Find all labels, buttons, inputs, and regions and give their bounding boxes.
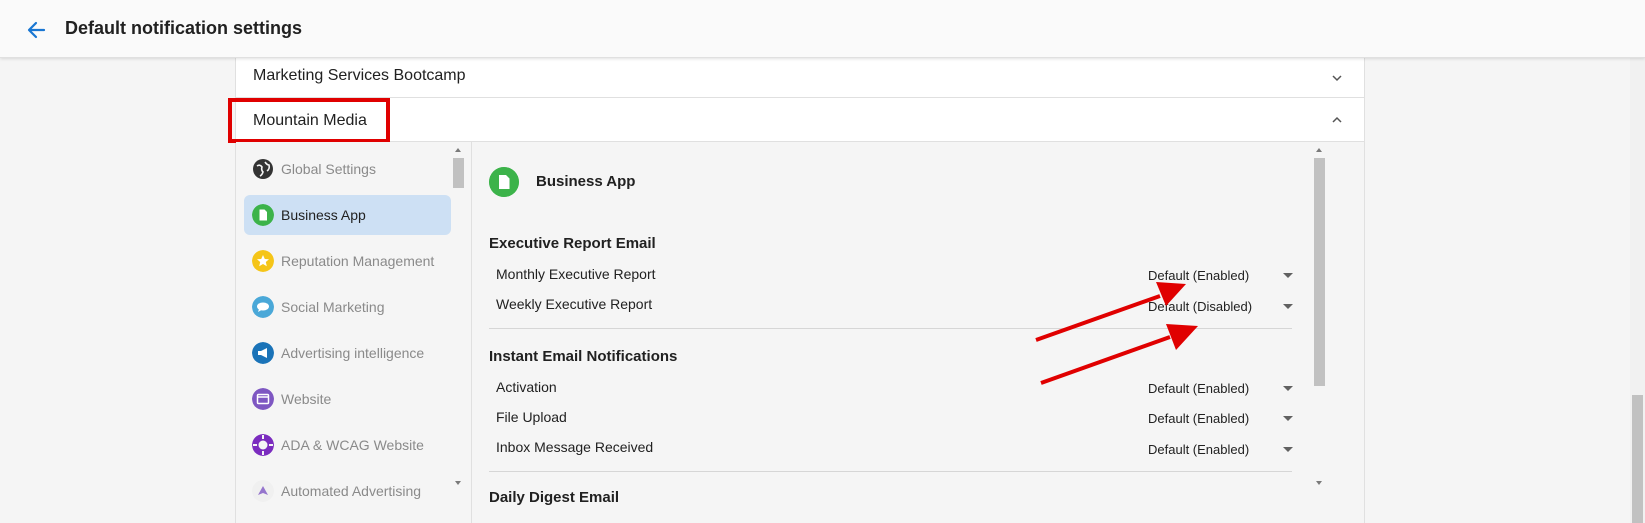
- section-title-executive-report-email: Executive Report Email: [489, 235, 656, 252]
- nav-scrollbar-thumb[interactable]: [453, 158, 464, 188]
- chat-bubble-icon: [252, 296, 274, 318]
- nav-item-social-marketing[interactable]: Social Marketing: [244, 287, 451, 327]
- app-title: Business App: [536, 173, 636, 190]
- accordion-marketing-services-bootcamp[interactable]: Marketing Services Bootcamp: [236, 58, 1364, 98]
- settings-scrollbar[interactable]: [1312, 142, 1326, 523]
- activation-dropdown[interactable]: Default (Enabled): [1148, 379, 1293, 399]
- scroll-up-arrow-icon: [1316, 148, 1322, 152]
- setting-label: Monthly Executive Report: [496, 266, 656, 282]
- caret-down-icon: [1283, 416, 1293, 421]
- nav-item-website[interactable]: Website: [244, 379, 451, 419]
- globe-icon: [253, 159, 273, 179]
- settings-panel: Marketing Services Bootcamp Mountain Med…: [228, 58, 1365, 523]
- section-title-instant-email-notifications: Instant Email Notifications: [489, 348, 678, 365]
- accessibility-icon: [252, 434, 274, 456]
- page-title: Default notification settings: [65, 18, 303, 38]
- accordion-content: Global Settings Business App Reputation …: [236, 142, 1364, 523]
- accordion-title: Marketing Services Bootcamp: [253, 67, 466, 84]
- weekly-executive-report-dropdown[interactable]: Default (Disabled): [1148, 297, 1293, 317]
- nav-item-ada-wcag-website[interactable]: ADA & WCAG Website: [244, 425, 451, 465]
- accordion-title: Mountain Media: [253, 112, 367, 129]
- caret-down-icon: [1283, 386, 1293, 391]
- top-bar: Default notification settings: [0, 0, 1645, 58]
- chevron-down-icon: [1332, 75, 1342, 82]
- browser-window-icon: [252, 388, 274, 410]
- section-title-daily-digest-email: Daily Digest Email: [489, 489, 620, 506]
- inbox-message-received-dropdown[interactable]: Default (Enabled): [1148, 440, 1293, 460]
- settings-scrollbar-thumb[interactable]: [1314, 158, 1325, 386]
- page-scrollbar-thumb[interactable]: [1632, 395, 1643, 523]
- caret-down-icon: [1283, 447, 1293, 452]
- arrow-left-icon: [27, 21, 46, 39]
- setting-label: Inbox Message Received: [496, 439, 654, 455]
- accordion-mountain-media[interactable]: Mountain Media: [228, 98, 1364, 143]
- notification-settings-area: Business App Executive Report Email Mont…: [474, 142, 1314, 523]
- back-button[interactable]: [24, 17, 50, 43]
- section-divider: [489, 471, 1292, 472]
- setting-label: File Upload: [496, 409, 567, 425]
- nav-item-automated-advertising[interactable]: Automated Advertising: [244, 471, 451, 511]
- document-icon: [252, 204, 274, 226]
- nav-item-business-app[interactable]: Business App: [244, 195, 451, 235]
- nav-scrollbar[interactable]: [451, 142, 465, 523]
- file-upload-dropdown[interactable]: Default (Enabled): [1148, 409, 1293, 429]
- caret-down-icon: [1283, 273, 1293, 278]
- page-scrollbar[interactable]: [1630, 58, 1645, 523]
- product-nav: Global Settings Business App Reputation …: [236, 142, 472, 523]
- scroll-up-arrow-icon: [455, 148, 461, 152]
- nav-item-advertising-intelligence[interactable]: Advertising intelligence: [244, 333, 451, 373]
- section-divider: [489, 328, 1292, 329]
- nav-item-reputation-management[interactable]: Reputation Management: [244, 241, 451, 281]
- monthly-executive-report-dropdown[interactable]: Default (Enabled): [1148, 266, 1293, 286]
- document-icon: [489, 167, 519, 197]
- star-icon: [252, 250, 274, 272]
- scroll-down-arrow-icon: [1316, 481, 1322, 485]
- caret-down-icon: [1283, 304, 1293, 309]
- megaphone-icon: [252, 342, 274, 364]
- nav-item-global-settings[interactable]: Global Settings: [244, 149, 451, 189]
- chevron-up-icon: [1332, 116, 1342, 123]
- setting-label: Activation: [496, 379, 557, 395]
- setting-label: Weekly Executive Report: [496, 296, 653, 312]
- rocket-icon: [252, 480, 274, 502]
- scroll-down-arrow-icon: [455, 481, 461, 485]
